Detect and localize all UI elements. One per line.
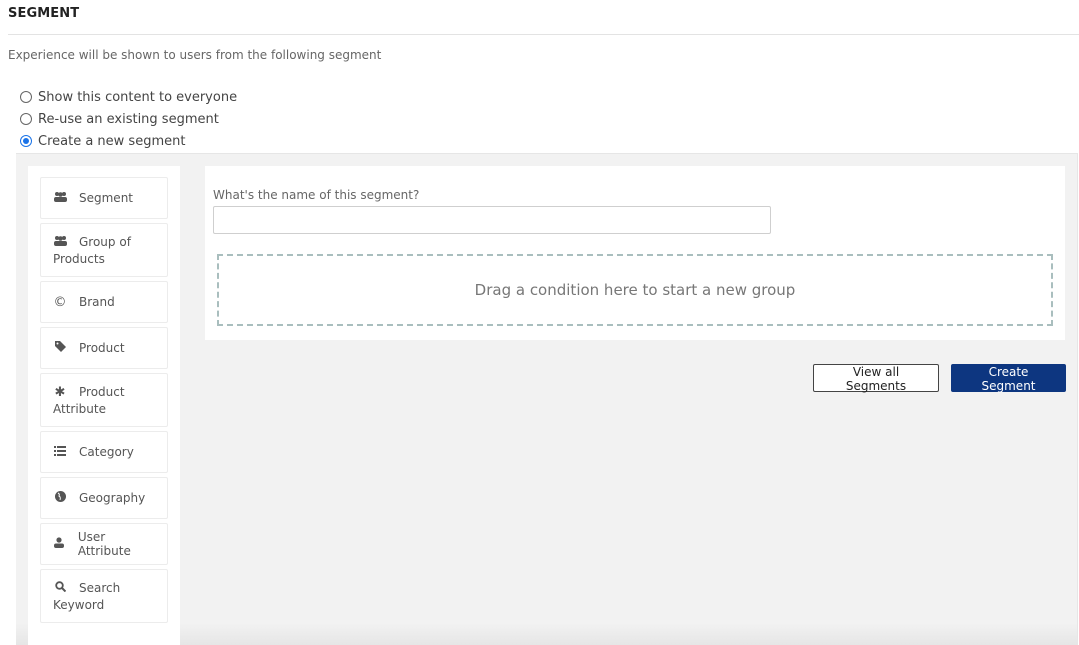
asterisk-icon: ✱ (54, 385, 66, 400)
radio-button[interactable] (20, 113, 32, 125)
globe-icon (53, 491, 67, 505)
segment-name-label: What's the name of this segment? (213, 188, 420, 202)
radio-label: Show this content to everyone (38, 89, 238, 105)
condition-label: Category (79, 445, 134, 459)
condition-label: User Attribute (77, 530, 131, 558)
radio-button[interactable] (20, 91, 32, 103)
radio-option-reuse-segment[interactable]: Re-use an existing segment (20, 108, 237, 130)
condition-product-attribute[interactable]: ✱ Product Attribute (40, 373, 168, 427)
list-icon (53, 445, 67, 459)
radio-option-everyone[interactable]: Show this content to everyone (20, 86, 237, 108)
tag-icon (53, 341, 67, 355)
segment-builder: Segment Group of Products © Brand Produc… (16, 153, 1078, 645)
condition-geography[interactable]: Geography (40, 477, 168, 519)
condition-drop-zone[interactable]: Drag a condition here to start a new gro… (217, 254, 1053, 326)
user-icon (53, 537, 66, 551)
users-icon (53, 191, 67, 205)
create-segment-button[interactable]: Create Segment (951, 364, 1066, 393)
condition-segment[interactable]: Segment (40, 177, 168, 219)
audience-radio-group: Show this content to everyone Re-use an … (20, 86, 237, 152)
copyright-icon: © (53, 294, 67, 310)
condition-label: Geography (79, 491, 146, 505)
condition-search-keyword[interactable]: Search Keyword (40, 569, 168, 623)
radio-label: Create a new segment (38, 133, 186, 149)
radio-label: Re-use an existing segment (38, 111, 219, 127)
conditions-panel: Segment Group of Products © Brand Produc… (28, 166, 180, 645)
condition-user-attribute[interactable]: User Attribute (40, 523, 168, 565)
condition-brand[interactable]: © Brand (40, 281, 168, 323)
segment-description: Experience will be shown to users from t… (8, 48, 382, 62)
segment-name-input[interactable] (213, 206, 771, 234)
radio-option-create-segment[interactable]: Create a new segment (20, 130, 237, 152)
condition-label: Product (79, 341, 125, 355)
radio-button-selected[interactable] (20, 135, 32, 147)
title-divider (8, 34, 1079, 35)
drop-zone-text: Drag a condition here to start a new gro… (474, 281, 796, 299)
segment-form-card: What's the name of this segment? Drag a … (205, 166, 1065, 340)
condition-label: Brand (79, 295, 115, 309)
condition-label: Segment (79, 191, 133, 205)
condition-category[interactable]: Category (40, 431, 168, 473)
users-icon (53, 235, 67, 251)
condition-group-of-products[interactable]: Group of Products (40, 223, 168, 277)
condition-product[interactable]: Product (40, 327, 168, 369)
search-icon (53, 581, 67, 597)
view-all-segments-button[interactable]: View all Segments (813, 364, 939, 393)
page-title: SEGMENT (8, 6, 80, 21)
